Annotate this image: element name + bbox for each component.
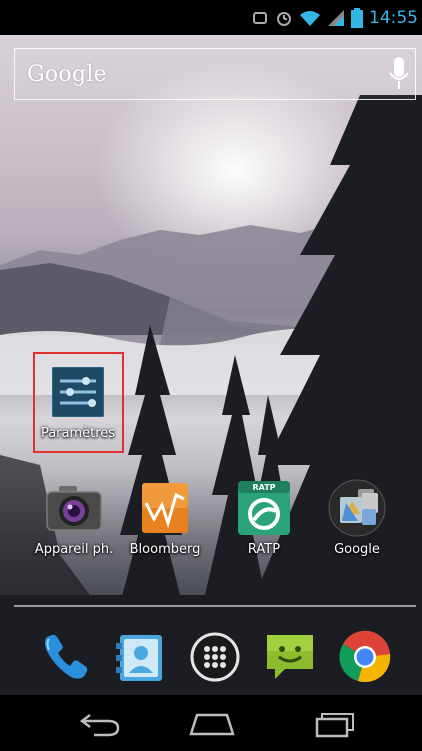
chrome-icon[interactable] (335, 627, 395, 687)
google-folder-icon (327, 478, 387, 538)
bloomberg-icon (135, 478, 195, 538)
recents-icon[interactable] (310, 709, 360, 739)
phone-icon[interactable] (36, 627, 96, 687)
app-label: Appareil ph. (34, 542, 114, 557)
all-apps-icon[interactable] (185, 627, 245, 687)
app-label: Google (334, 542, 380, 557)
signal-icon (327, 9, 345, 27)
ratp-badge-text: RATP (252, 483, 275, 492)
contacts-icon[interactable] (110, 627, 170, 687)
home-icon[interactable] (187, 709, 237, 739)
app-camera[interactable]: Appareil ph. (26, 478, 122, 557)
app-bloomberg[interactable]: Bloomberg (117, 478, 213, 557)
navigation-bar (0, 695, 422, 751)
app-label: Paramètres (40, 426, 116, 441)
back-icon[interactable] (75, 709, 125, 739)
google-search-bar[interactable]: Google (14, 48, 416, 100)
settings-icon (48, 362, 108, 422)
dock (0, 615, 422, 695)
sync-icon (251, 9, 269, 27)
app-label: Bloomberg (129, 542, 201, 557)
home-screen: 14:55 Google Paramètres Appareil ph. Blo… (0, 0, 422, 751)
alarm-icon (275, 9, 293, 27)
ratp-icon: RATP (234, 478, 294, 538)
dock-divider (14, 605, 416, 607)
battery-icon (351, 7, 363, 28)
app-settings[interactable]: Paramètres (30, 362, 126, 441)
messaging-icon[interactable] (260, 627, 320, 687)
mic-icon[interactable] (389, 57, 409, 95)
status-bar: 14:55 (0, 0, 422, 35)
app-label: RATP (247, 542, 281, 557)
camera-icon (44, 478, 104, 538)
app-google-folder[interactable]: Google (309, 478, 405, 557)
app-ratp[interactable]: RATP RATP (216, 478, 312, 557)
status-time: 14:55 (369, 7, 418, 28)
google-logo: Google (27, 61, 108, 87)
wifi-icon (299, 9, 321, 27)
